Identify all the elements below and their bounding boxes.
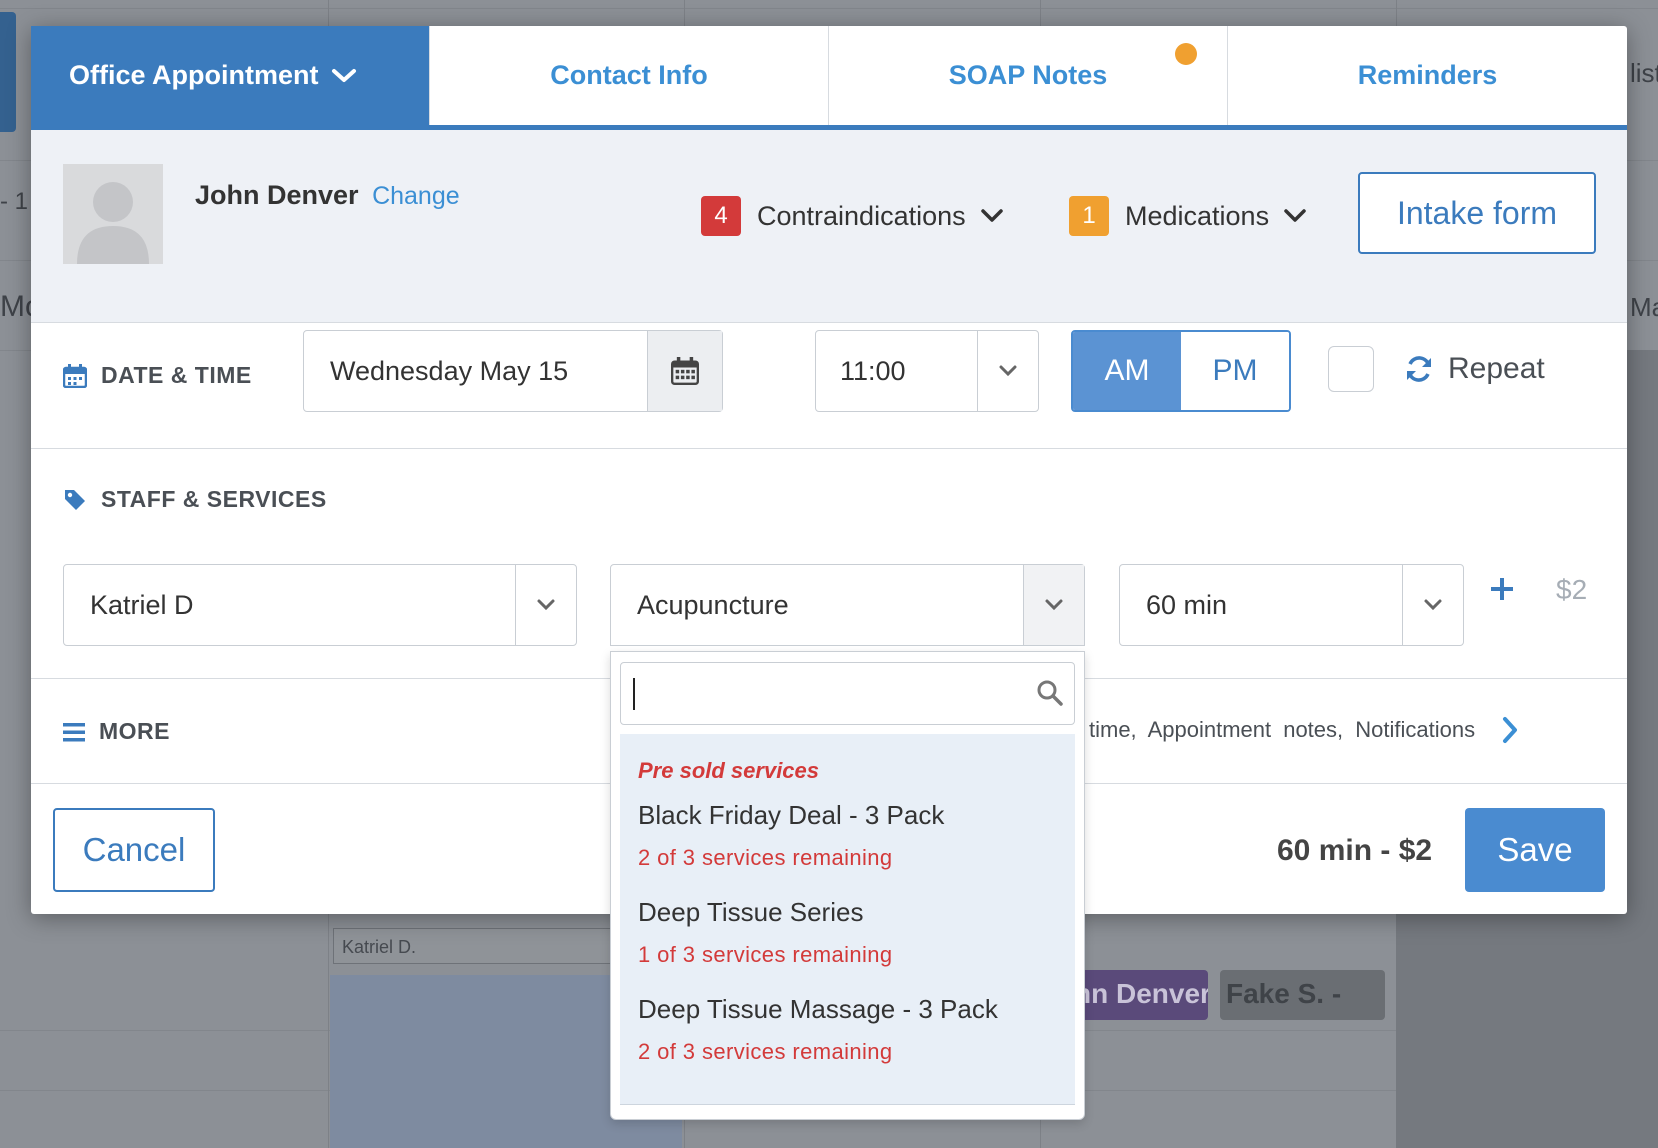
service-option[interactable]: Deep Tissue Massage - 3 Pack 2 of 3 serv…: [638, 994, 998, 1065]
save-button[interactable]: Save: [1465, 808, 1605, 892]
am-pm-toggle: AM PM: [1071, 330, 1291, 412]
date-field[interactable]: Wednesday May 15: [303, 330, 723, 412]
bg-edge-text: - 1: [0, 188, 29, 215]
tab-label: Reminders: [1357, 60, 1498, 90]
medications-count-badge: 1: [1069, 196, 1109, 236]
tab-office-appointment[interactable]: Office Appointment: [31, 26, 430, 125]
bg-edge-text: list: [1630, 58, 1658, 88]
repeat-text: Repeat: [1448, 352, 1545, 385]
contraindications-count-badge: 4: [701, 196, 741, 236]
service-option[interactable]: Black Friday Deal - 3 Pack 2 of 3 servic…: [638, 800, 944, 871]
duration-select[interactable]: 60 min: [1119, 564, 1464, 646]
chevron-right-icon: [1501, 716, 1519, 744]
service-search-input[interactable]: [620, 662, 1075, 725]
option-remaining: 2 of 3 services remaining: [638, 845, 893, 870]
date-time-label: DATE & TIME: [63, 362, 252, 389]
modal-tabs: Office Appointment Contact Info SOAP Not…: [31, 26, 1627, 130]
tag-icon: [63, 488, 87, 512]
bg-appointment[interactable]: nn Denver: [1068, 970, 1208, 1020]
plus-icon: [1491, 578, 1513, 600]
option-remaining: 1 of 3 services remaining: [638, 942, 893, 967]
appointment-summary: 60 min - $2: [1277, 834, 1433, 867]
divider: [31, 448, 1627, 449]
medications-label: Medications: [1125, 200, 1270, 231]
more-options-text: time, Appointment notes, Notifications: [1089, 717, 1476, 742]
menu-icon: [63, 722, 85, 742]
avatar: [63, 164, 163, 264]
bg-edge-text: Ma: [1630, 292, 1658, 322]
staff-services-label: STAFF & SERVICES: [63, 486, 327, 513]
more-toggle[interactable]: MORE: [63, 718, 170, 745]
notification-dot: [1175, 43, 1197, 65]
staff-select[interactable]: Katriel D: [63, 564, 577, 646]
option-title: Black Friday Deal - 3 Pack: [638, 800, 945, 830]
option-remaining: 2 of 3 services remaining: [638, 1039, 893, 1064]
calendar-icon: [63, 363, 87, 388]
duration-value: 60 min: [1146, 589, 1228, 620]
tab-label: Contact Info: [550, 60, 708, 90]
am-button[interactable]: AM: [1073, 332, 1181, 410]
repeat-checkbox[interactable]: [1328, 346, 1374, 392]
repeat-label[interactable]: Repeat: [1404, 352, 1545, 386]
service-select[interactable]: Acupuncture: [610, 564, 1085, 646]
tab-label: SOAP Notes: [948, 60, 1108, 90]
add-service-button[interactable]: [1489, 572, 1515, 611]
tab-soap-notes[interactable]: SOAP Notes: [829, 26, 1228, 125]
medications-toggle[interactable]: 1 Medications: [1069, 196, 1307, 236]
more-label: MORE: [99, 718, 170, 744]
background-side-tab: [0, 12, 16, 132]
chevron-down-icon: [1402, 565, 1463, 645]
service-value: Acupuncture: [637, 589, 789, 620]
staff-value: Katriel D: [90, 589, 194, 620]
cancel-button[interactable]: Cancel: [53, 808, 215, 892]
search-icon: [1036, 679, 1064, 712]
chevron-down-icon: [1283, 208, 1307, 224]
date-value: Wednesday May 15: [330, 355, 569, 386]
option-title: Deep Tissue Series: [638, 897, 864, 927]
option-group-label: Pre sold services: [638, 758, 820, 783]
intake-form-button[interactable]: Intake form: [1358, 172, 1596, 254]
chevron-down-icon: [980, 208, 1004, 224]
service-price: $2: [1556, 574, 1588, 605]
chevron-down-icon: [977, 331, 1038, 411]
date-picker-button[interactable]: [647, 331, 722, 411]
more-options-summary[interactable]: time, Appointment notes, Notifications: [1089, 716, 1519, 744]
tab-reminders[interactable]: Reminders: [1228, 26, 1627, 125]
change-client-link[interactable]: Change: [372, 182, 460, 210]
chevron-down-icon: [1023, 565, 1084, 645]
tab-contact-info[interactable]: Contact Info: [430, 26, 829, 125]
option-title: Deep Tissue Massage - 3 Pack: [638, 994, 998, 1024]
service-options-list: Pre sold services Black Friday Deal - 3 …: [620, 734, 1075, 1105]
text-caret: [633, 678, 635, 710]
date-time-text: DATE & TIME: [101, 362, 252, 388]
client-name: John Denver: [195, 180, 359, 210]
contraindications-toggle[interactable]: 4 Contraindications: [701, 196, 1004, 236]
chevron-down-icon: [515, 565, 576, 645]
time-value: 11:00: [840, 355, 906, 386]
chevron-down-icon: [331, 67, 357, 85]
refresh-icon: [1404, 354, 1434, 384]
service-dropdown: Pre sold services Black Friday Deal - 3 …: [610, 651, 1085, 1120]
bg-appointment[interactable]: Fake S. -: [1220, 970, 1385, 1020]
time-select[interactable]: 11:00: [815, 330, 1039, 412]
pm-button[interactable]: PM: [1181, 332, 1289, 410]
calendar-icon: [671, 357, 699, 385]
bg-gridline: [0, 8, 1658, 9]
tab-label: Office Appointment: [69, 60, 319, 90]
contraindications-label: Contraindications: [757, 200, 966, 231]
service-option[interactable]: Deep Tissue Series 1 of 3 services remai…: [638, 897, 893, 968]
client-name-row: John Denver Change: [195, 180, 460, 211]
staff-services-text: STAFF & SERVICES: [101, 486, 327, 512]
